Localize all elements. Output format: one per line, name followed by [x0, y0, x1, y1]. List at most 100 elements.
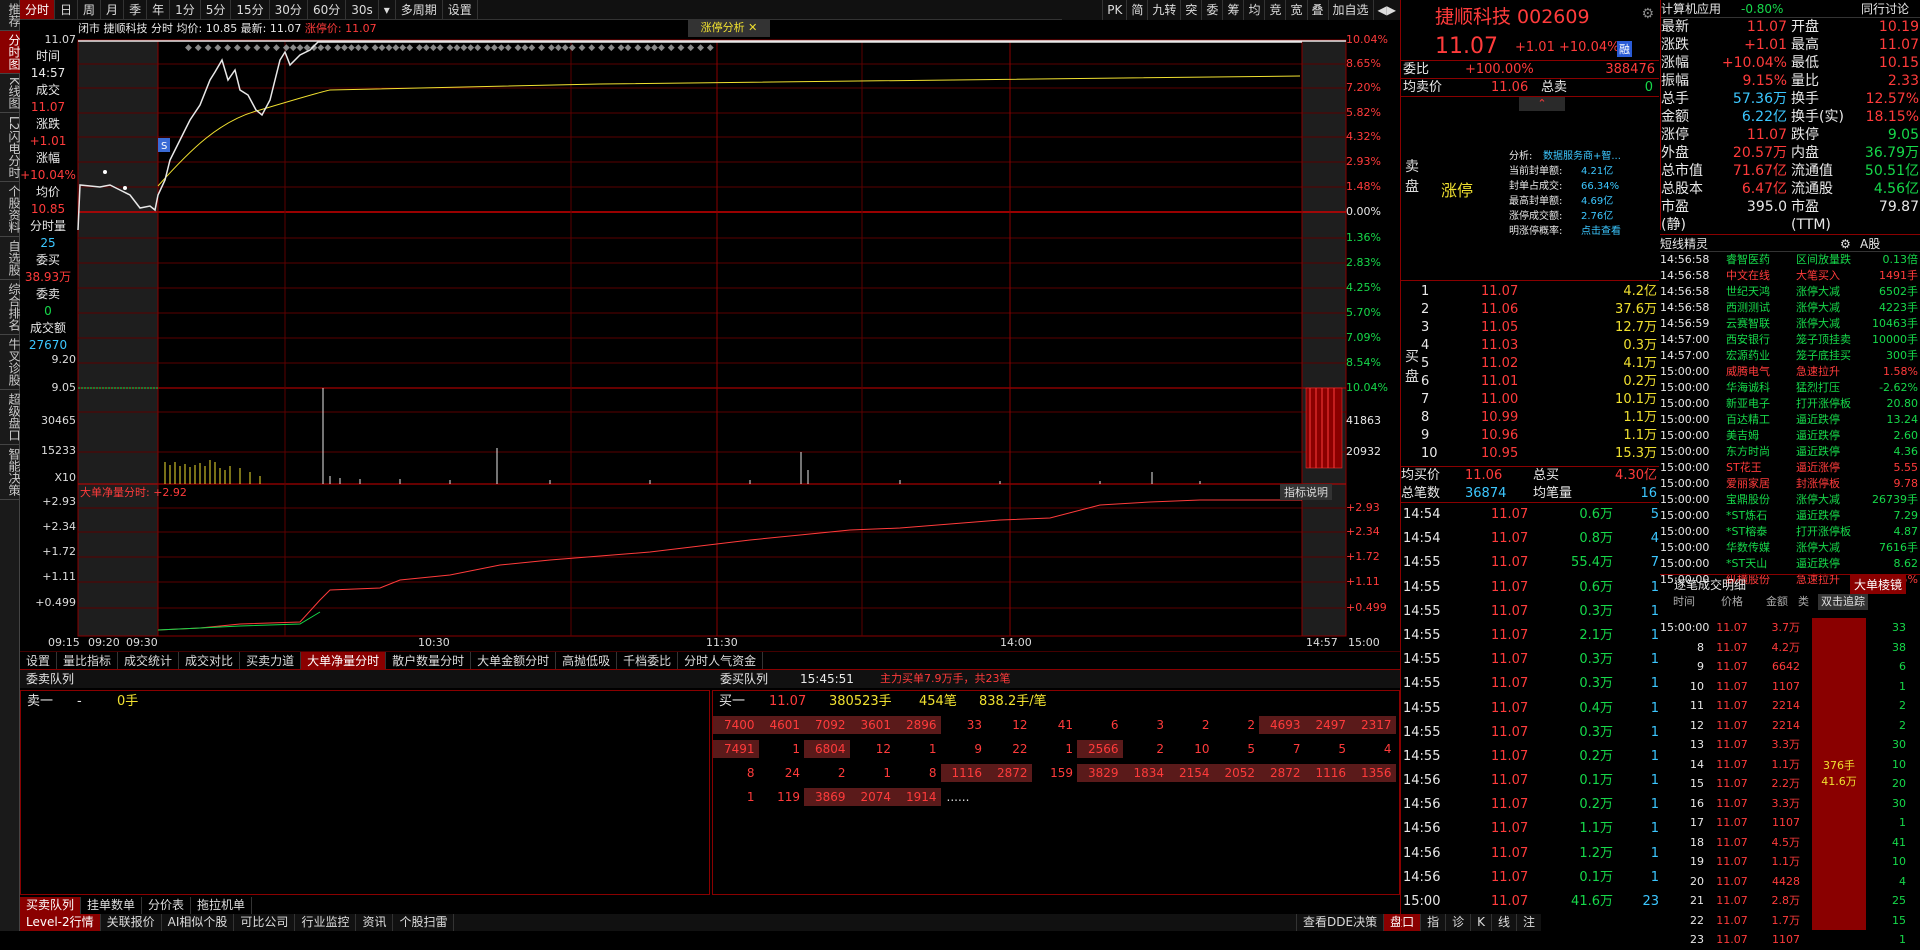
big-order-prism-button[interactable]: 大单棱镜	[1850, 575, 1907, 594]
bottom-tab-3[interactable]: 可比公司	[234, 914, 296, 931]
bottom-tab-2[interactable]: AI相似个股	[162, 914, 235, 931]
bottom-tab-5[interactable]: 资讯	[356, 914, 394, 931]
queue-cell[interactable]: 159	[1032, 764, 1078, 782]
bottom-tab-4[interactable]: 行业监控	[295, 914, 357, 931]
queue-cell[interactable]: 33	[941, 716, 987, 734]
queue-cell[interactable]: 2497	[1304, 716, 1350, 734]
queue-cell[interactable]: 2896	[895, 716, 941, 734]
queue-cell[interactable]: 7	[1259, 740, 1305, 758]
alert-stock[interactable]: 云赛智联	[1726, 316, 1796, 332]
queue-cell[interactable]: 4601	[758, 716, 804, 734]
indicator-tab-6[interactable]: 散户数量分时	[386, 652, 472, 669]
queue-cell[interactable]: 41	[1032, 716, 1078, 734]
queue-cell[interactable]: 119	[759, 788, 805, 806]
queue-tab-2[interactable]: 分价表	[142, 897, 192, 914]
board-select[interactable]: A股	[1860, 235, 1880, 251]
indicator-tab-9[interactable]: 千档委比	[617, 652, 679, 669]
alert-stock[interactable]: *ST榕泰	[1726, 524, 1796, 540]
alert-stock[interactable]: 睿智医药	[1726, 252, 1796, 268]
queue-tab-0[interactable]: 买卖队列	[20, 897, 82, 914]
queue-cell[interactable]: 1	[713, 788, 759, 806]
bid-price[interactable]: 11.05	[1481, 319, 1571, 337]
bid-price[interactable]: 11.03	[1481, 337, 1571, 355]
bid-price[interactable]: 10.99	[1481, 409, 1571, 427]
queue-tab-3[interactable]: 拖拉机单	[191, 897, 253, 914]
queue-cell[interactable]: 9	[941, 740, 987, 758]
alert-stock[interactable]: 中文在线	[1726, 268, 1796, 284]
queue-cell[interactable]: 1116	[1304, 764, 1350, 782]
queue-cell[interactable]: 1	[1032, 740, 1078, 758]
queue-cell[interactable]: 1	[759, 740, 805, 758]
queue-cell[interactable]: 2317	[1350, 716, 1396, 734]
queue-cell[interactable]: 4	[1350, 740, 1396, 758]
queue-cell[interactable]: 1116	[940, 764, 986, 782]
alert-stock[interactable]: 美吉姆	[1726, 428, 1796, 444]
queue-cell[interactable]: 6	[1077, 716, 1123, 734]
alert-stock[interactable]: 爱丽家居	[1726, 476, 1796, 492]
queue-cell[interactable]: 1914	[895, 788, 941, 806]
indicator-tab-2[interactable]: 成交统计	[118, 652, 180, 669]
alert-stock[interactable]: *ST天山	[1726, 556, 1796, 572]
queue-cell[interactable]: 2872	[1259, 764, 1305, 782]
bid-price[interactable]: 10.95	[1481, 445, 1571, 463]
queue-cell[interactable]: 1	[895, 740, 941, 758]
indicator-tab-7[interactable]: 大单金额分时	[471, 652, 557, 669]
queue-cell[interactable]: 2	[804, 764, 850, 782]
alert-stock[interactable]: *ST炼石	[1726, 508, 1796, 524]
peer-discussion-link[interactable]: 同行讨论	[1861, 0, 1909, 17]
alert-stock[interactable]: 东方时尚	[1726, 444, 1796, 460]
queue-cell[interactable]: 22	[986, 740, 1032, 758]
collapse-arrow-icon[interactable]: ⌃	[1519, 97, 1565, 111]
queue-cell[interactable]: 12	[850, 740, 896, 758]
settings-gear-icon[interactable]: ⚙	[1641, 6, 1654, 22]
bottom-tab-1[interactable]: 关联报价	[101, 914, 162, 931]
indicator-tab-8[interactable]: 高抛低吸	[556, 652, 618, 669]
alert-stock[interactable]: 华数传媒	[1726, 540, 1796, 556]
bottom-right-tab-0[interactable]: 查看DDE决策	[1296, 914, 1383, 931]
indicator-help-button[interactable]: 指标说明	[1280, 484, 1332, 500]
queue-cell[interactable]: 3	[1123, 716, 1169, 734]
indicator-tab-5[interactable]: 大单净量分时	[301, 652, 387, 669]
queue-cell[interactable]: ......	[941, 788, 987, 806]
indicator-tab-0[interactable]: 设置	[20, 652, 58, 669]
queue-cell[interactable]: 8	[713, 764, 759, 782]
bid-price[interactable]: 11.00	[1481, 391, 1571, 409]
alert-stock[interactable]: 西测测试	[1726, 300, 1796, 316]
alert-stock[interactable]: ST花王	[1726, 460, 1796, 476]
queue-cell[interactable]: 3869	[804, 788, 850, 806]
queue-cell[interactable]: 12	[986, 716, 1032, 734]
bid-price[interactable]: 11.01	[1481, 373, 1571, 391]
queue-cell[interactable]: 8	[895, 764, 941, 782]
alert-stock[interactable]: 宏源药业	[1726, 348, 1796, 364]
indicator-tab-10[interactable]: 分时人气资金	[678, 652, 764, 669]
bottom-tab-6[interactable]: 个股扫雷	[393, 914, 455, 931]
queue-cell[interactable]: 1834	[1122, 764, 1168, 782]
indicator-tab-1[interactable]: 量比指标	[57, 652, 119, 669]
queue-cell[interactable]: 2566	[1077, 740, 1123, 758]
queue-tab-1[interactable]: 挂单数单	[81, 897, 143, 914]
double-click-track-button[interactable]: 双击追踪	[1818, 594, 1868, 610]
queue-cell[interactable]: 5	[1305, 740, 1351, 758]
queue-cell[interactable]: 6804	[804, 740, 850, 758]
queue-cell[interactable]: 3829	[1077, 764, 1123, 782]
bid-price[interactable]: 10.96	[1481, 427, 1571, 445]
alert-stock[interactable]: 宝鼎股份	[1726, 492, 1796, 508]
queue-cell[interactable]: 2052	[1213, 764, 1259, 782]
bid-price[interactable]: 11.06	[1481, 301, 1571, 319]
queue-cell[interactable]: 4693	[1259, 716, 1305, 734]
bid-price[interactable]: 11.02	[1481, 355, 1571, 373]
alert-stock[interactable]: 西安银行	[1726, 332, 1796, 348]
queue-cell[interactable]: 7092	[804, 716, 850, 734]
alert-stock[interactable]: 百达精工	[1726, 412, 1796, 428]
queue-cell[interactable]: 24	[759, 764, 805, 782]
alert-stock[interactable]: 威腾电气	[1726, 364, 1796, 380]
queue-cell[interactable]: 1356	[1350, 764, 1396, 782]
bottom-tab-0[interactable]: Level-2行情	[20, 914, 101, 931]
queue-cell[interactable]: 2	[1168, 716, 1214, 734]
queue-cell[interactable]: 2872	[986, 764, 1032, 782]
alert-stock[interactable]: 新亚电子	[1726, 396, 1796, 412]
analysis-value-5[interactable]: 点击查看	[1581, 226, 1621, 237]
alert-stock[interactable]: 世纪天鸿	[1726, 284, 1796, 300]
bid-price[interactable]: 11.07	[1481, 283, 1571, 301]
indicator-tab-4[interactable]: 买卖力道	[240, 652, 302, 669]
